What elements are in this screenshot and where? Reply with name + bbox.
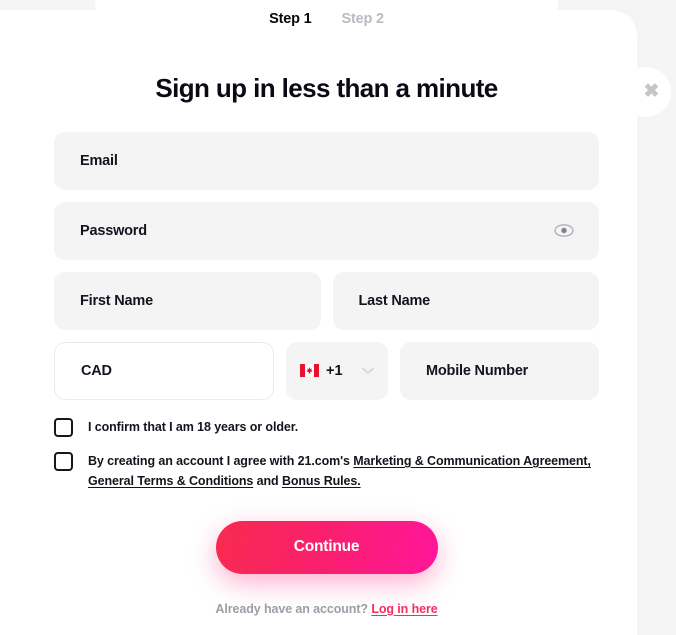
currency-select[interactable]: CAD [54,341,274,400]
consent-section: I confirm that I am 18 years or older. B… [54,417,599,492]
close-button[interactable]: ✖ [622,67,671,117]
currency-value: CAD [81,362,112,379]
password-field[interactable]: Password [54,201,599,260]
continue-button[interactable]: Continue [215,520,438,574]
chevron-down-icon [362,367,374,375]
signup-content: Sign up in less than a minute Email Pass… [54,0,599,616]
page-title: Sign up in less than a minute [155,73,498,103]
age-consent-label: I confirm that I am 18 years or older. [88,419,299,434]
close-icon: ✖ [643,80,660,102]
terms-consent-prefix: By creating an account I agree with 21.c… [88,454,354,469]
eye-icon[interactable] [553,220,575,242]
age-consent-checkbox[interactable] [54,417,73,437]
terms-consent-checkbox[interactable] [54,452,73,472]
tab-step-1[interactable]: Step 1 [263,9,317,30]
password-label: Password [80,222,147,239]
phone-code-value: +1 [326,362,343,379]
first-name-label: First Name [80,292,153,309]
phone-country-code-select[interactable]: +1 [286,341,388,400]
mobile-number-label: Mobile Number [426,362,529,379]
signup-form: Email Password First Name Last Name CAD … [54,131,599,616]
terms-consent-row[interactable]: By creating an account I agree with 21.c… [54,451,599,492]
log-in-here-link[interactable]: Log in here [371,602,437,616]
step-tabs: Step 1 Step 2 [95,0,558,38]
last-name-label: Last Name [358,292,431,309]
mobile-number-field[interactable]: Mobile Number [400,341,599,400]
cta-row: Continue [54,520,599,574]
currency-phone-row: CAD +1 Mobile Number [54,341,599,400]
login-prompt-text: Already have an account? [215,601,372,616]
tab-step-2[interactable]: Step 2 [336,9,390,30]
email-field[interactable]: Email [54,131,599,190]
signup-modal-page: Step 1 Step 2 ✖ Sign up in less than a m… [0,0,676,635]
first-name-field[interactable]: First Name [54,271,321,330]
terms-conjunction: and [253,474,282,489]
name-row: First Name Last Name [54,271,599,330]
terms-consent-label: By creating an account I agree with 21.c… [88,451,599,492]
canada-flag-icon [300,364,319,378]
email-label: Email [80,152,118,169]
login-prompt: Already have an account? Log in here [54,602,599,616]
last-name-field[interactable]: Last Name [332,271,599,330]
general-terms-link[interactable]: General Terms & Conditions [88,474,253,488]
marketing-agreement-link[interactable]: Marketing & Communication Agreement, [353,454,591,468]
bonus-rules-link[interactable]: Bonus Rules. [282,474,361,488]
age-consent-row[interactable]: I confirm that I am 18 years or older. [54,417,599,437]
